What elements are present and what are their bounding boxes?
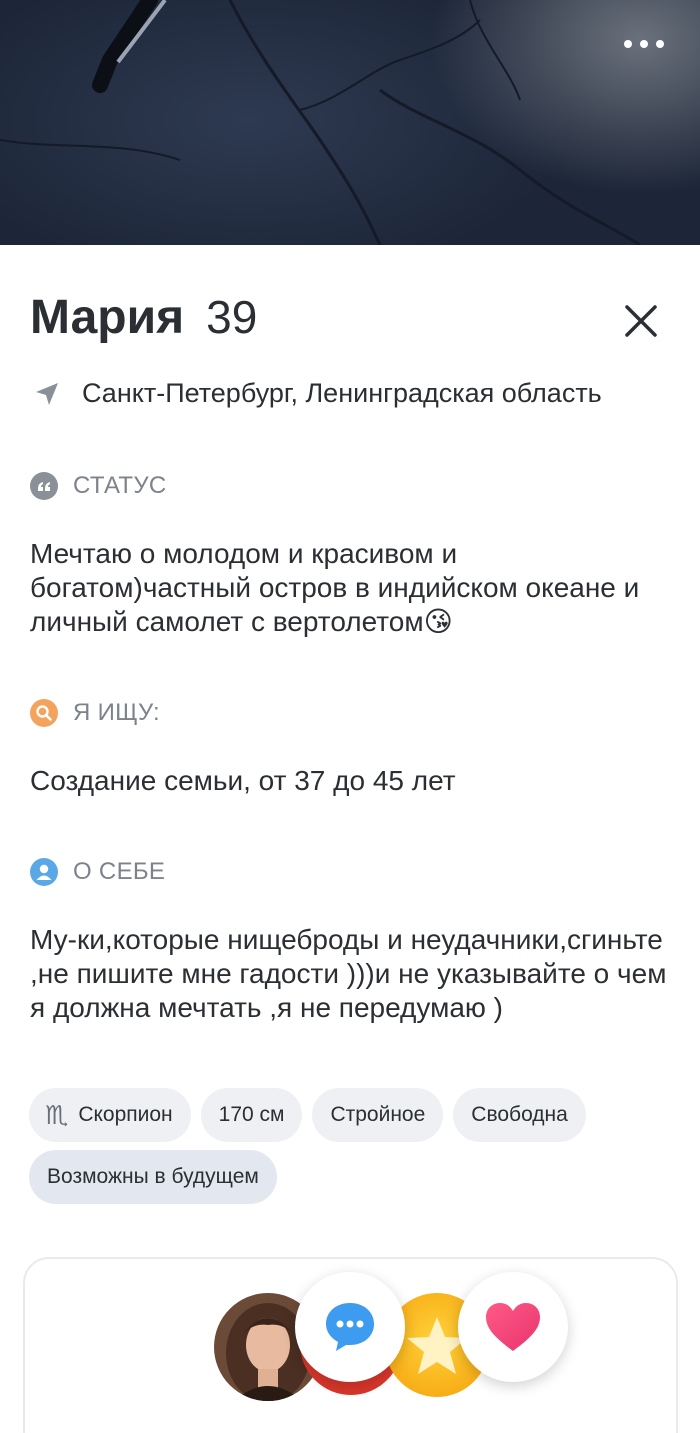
about-text: Му-ки,которые нищеброды и неудачники,сги… — [30, 924, 667, 1023]
close-icon — [625, 305, 657, 337]
quote-icon — [30, 472, 58, 500]
more-options-button[interactable] — [624, 30, 664, 58]
tag-children-label: Возможны в будущем — [47, 1165, 259, 1188]
looking-for-title: Я ИЩУ: — [73, 699, 160, 726]
status-section-title: СТАТУС — [30, 472, 167, 500]
like-button[interactable] — [458, 1272, 568, 1382]
tag-children: Возможны в будущем — [29, 1150, 277, 1204]
looking-for-text: Создание семьи, от 37 до 45 лет — [30, 765, 456, 796]
location-text: Санкт-Петербург, Ленинградская область — [82, 378, 602, 408]
user-icon — [30, 858, 58, 886]
location-arrow-icon — [36, 382, 58, 405]
status-text: Мечтаю о молодом и красивом и богатом)ча… — [30, 538, 640, 637]
chat-bubble-icon — [326, 1303, 374, 1351]
search-icon — [30, 699, 58, 727]
tag-relationship-label: Свободна — [471, 1103, 568, 1126]
profile-age: 39 — [206, 291, 258, 343]
close-button[interactable] — [620, 300, 662, 342]
message-button[interactable] — [295, 1272, 405, 1382]
profile-header: Мария 39 — [30, 290, 257, 345]
about-section-title: О СЕБЕ — [30, 858, 165, 886]
profile-tags: ♏ Скорпион 170 см Стройное Свободна Возм… — [29, 1088, 679, 1204]
tag-body-label: Стройное — [330, 1103, 426, 1126]
more-dot — [624, 40, 632, 48]
more-dot — [640, 40, 648, 48]
more-dot — [656, 40, 664, 48]
profile-name: Мария — [30, 291, 185, 344]
about-title: О СЕБЕ — [73, 858, 166, 885]
tag-relationship: Свободна — [453, 1088, 586, 1142]
profile-photo[interactable] — [0, 0, 700, 245]
photo-asphalt-texture — [0, 0, 641, 245]
location-row: Санкт-Петербург, Ленинградская область — [34, 378, 602, 409]
tag-height-label: 170 см — [218, 1103, 285, 1126]
tag-body: Стройное — [312, 1088, 444, 1142]
status-title: СТАТУС — [73, 472, 167, 499]
tag-zodiac: ♏ Скорпион — [29, 1088, 191, 1142]
heart-icon — [486, 1303, 540, 1351]
scorpio-icon: ♏ — [45, 1099, 69, 1130]
tag-height: 170 см — [200, 1088, 303, 1142]
tag-zodiac-label: Скорпион — [78, 1103, 173, 1126]
looking-for-section-title: Я ИЩУ: — [30, 699, 160, 727]
